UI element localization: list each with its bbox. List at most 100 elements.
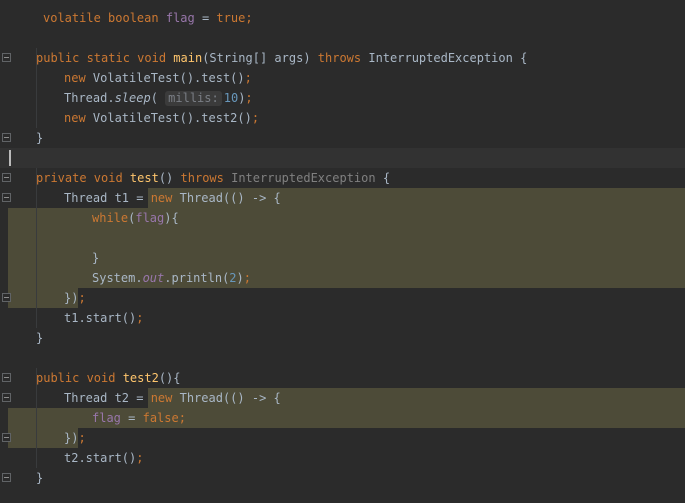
code-text: new VolatileTest().test(); — [64, 68, 252, 88]
code-line[interactable]: System.out.println(2); — [0, 268, 685, 288]
code-text: Thread.sleep( millis: 10); — [64, 88, 253, 108]
code-token: main — [173, 51, 203, 65]
code-token: flag — [92, 411, 121, 425]
code-line[interactable]: } — [0, 128, 685, 148]
code-line[interactable]: new VolatileTest().test(); — [0, 68, 685, 88]
code-token: ; — [244, 71, 252, 85]
code-line[interactable]: Thread t1 = new Thread(() -> { — [0, 188, 685, 208]
code-token: while — [92, 211, 129, 225]
code-token: throws — [180, 171, 232, 185]
fold-toggle-icon[interactable] — [2, 133, 11, 142]
code-line[interactable]: private void test() throws InterruptedEx… — [0, 168, 685, 188]
fold-toggle-icon[interactable] — [2, 173, 11, 182]
code-token: Thread(() -> { — [179, 191, 281, 205]
code-token: private void — [36, 171, 130, 185]
code-token: flag — [135, 211, 165, 225]
fold-toggle-icon[interactable] — [2, 433, 11, 442]
code-token: } — [36, 471, 44, 485]
code-token: test — [129, 171, 159, 185]
code-token: ; — [78, 431, 86, 445]
code-token: 2 — [229, 271, 237, 285]
code-text: } — [36, 328, 43, 348]
code-token: (String[] args) — [202, 51, 318, 65]
parameter-hint: millis: — [165, 91, 222, 106]
code-token: () — [158, 171, 181, 185]
code-token: Thread. — [64, 91, 115, 105]
code-token: ( — [150, 91, 166, 105]
code-token: test2 — [122, 371, 159, 385]
code-line[interactable]: public static void main(String[] args) t… — [0, 48, 685, 68]
code-line[interactable]: while(flag){ — [0, 208, 685, 228]
code-line[interactable]: Thread t2 = new Thread(() -> { — [0, 388, 685, 408]
code-token: false — [142, 411, 179, 425]
code-token: Thread(() -> { — [179, 391, 281, 405]
code-token: ; — [136, 451, 144, 465]
code-text: t2.start(); — [64, 448, 143, 468]
code-text: public static void main(String[] args) t… — [36, 48, 527, 68]
code-line[interactable] — [0, 28, 685, 48]
code-token: (){ — [158, 371, 181, 385]
code-token: ){ — [164, 211, 179, 225]
code-token: new — [150, 191, 180, 205]
text-caret — [9, 150, 11, 166]
code-text: } — [92, 248, 99, 268]
code-text: t1.start(); — [64, 308, 143, 328]
code-line[interactable]: volatile boolean flag = true; — [0, 8, 685, 28]
code-token: t2.start() — [64, 451, 137, 465]
code-token: public void — [36, 371, 123, 385]
code-token: = — [120, 411, 143, 425]
code-line[interactable] — [0, 348, 685, 368]
fold-toggle-icon[interactable] — [2, 193, 11, 202]
code-line[interactable]: t2.start(); — [0, 448, 685, 468]
code-token: ) — [236, 271, 244, 285]
code-text: }); — [64, 288, 86, 308]
code-line[interactable]: }); — [0, 428, 685, 448]
code-token: new — [64, 111, 93, 125]
code-text: volatile boolean flag = true; — [43, 8, 253, 28]
code-token: }) — [64, 291, 79, 305]
code-token: = — [194, 11, 217, 25]
code-token: VolatileTest().test2() — [92, 111, 252, 125]
code-text: Thread t2 = new Thread(() -> { — [64, 388, 281, 408]
code-line[interactable] — [0, 228, 685, 248]
code-line[interactable]: flag = false; — [0, 408, 685, 428]
code-token: Thread t1 = — [64, 191, 151, 205]
code-token: 10 — [223, 91, 239, 105]
fold-toggle-icon[interactable] — [2, 53, 11, 62]
code-line[interactable]: new VolatileTest().test2(); — [0, 108, 685, 128]
code-token: throws — [317, 51, 369, 65]
code-token: System. — [92, 271, 143, 285]
code-line[interactable]: } — [0, 468, 685, 488]
code-token: } — [36, 131, 44, 145]
code-text: new VolatileTest().test2(); — [64, 108, 259, 128]
code-text: } — [36, 468, 43, 488]
code-line[interactable]: t1.start(); — [0, 308, 685, 328]
fold-toggle-icon[interactable] — [2, 293, 11, 302]
code-text: Thread t1 = new Thread(() -> { — [64, 188, 281, 208]
code-token: ; — [243, 271, 251, 285]
code-token: }) — [64, 431, 79, 445]
fold-toggle-icon[interactable] — [2, 373, 11, 382]
code-token: flag — [165, 11, 195, 25]
code-line[interactable]: public void test2(){ — [0, 368, 685, 388]
code-token: ; — [136, 311, 144, 325]
code-line[interactable]: }); — [0, 288, 685, 308]
code-token: new — [150, 391, 180, 405]
code-token: ; — [245, 11, 253, 25]
fold-toggle-icon[interactable] — [2, 473, 11, 482]
code-token: Thread t2 = — [64, 391, 151, 405]
code-text: }); — [64, 428, 86, 448]
code-line[interactable]: } — [0, 248, 685, 268]
code-token: InterruptedException — [231, 171, 376, 185]
code-token: ; — [178, 411, 186, 425]
fold-toggle-icon[interactable] — [2, 393, 11, 402]
code-text: flag = false; — [92, 408, 186, 428]
code-token: ; — [251, 111, 260, 125]
code-token: out — [142, 271, 165, 285]
code-token: ; — [245, 91, 253, 105]
code-line[interactable]: } — [0, 328, 685, 348]
code-line[interactable] — [0, 148, 685, 168]
code-text: private void test() throws InterruptedEx… — [36, 168, 390, 188]
code-text: System.out.println(2); — [92, 268, 251, 288]
code-line[interactable]: Thread.sleep( millis: 10); — [0, 88, 685, 108]
